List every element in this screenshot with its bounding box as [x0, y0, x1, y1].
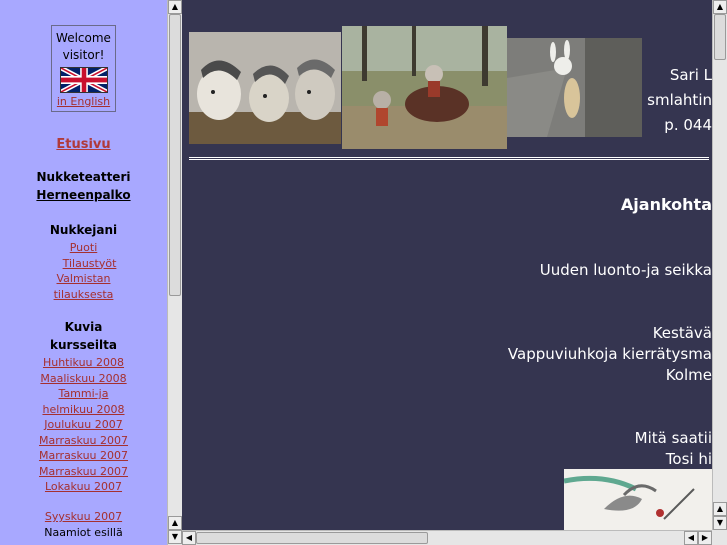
left-scroll-thumb[interactable]: [169, 14, 181, 296]
nav-course-link[interactable]: helmikuu 2008: [0, 402, 167, 418]
nav-course-link[interactable]: Marraskuu 2007: [0, 448, 167, 464]
nav-masks-text: Naamiot esillä: [44, 525, 123, 539]
nav-pictures-line1: Kuvia: [64, 320, 103, 334]
horizontal-scroll-thumb[interactable]: [196, 532, 428, 544]
nav-course-link[interactable]: Huhtikuu 2008: [0, 355, 167, 371]
nav-course-link[interactable]: Marraskuu 2007: [0, 433, 167, 449]
course-list: Huhtikuu 2008 Maaliskuu 2008 Tammi-ja helmi…: [0, 355, 167, 495]
scrollbar-corner: [712, 530, 727, 545]
nav-course-link[interactable]: Maaliskuu 2008: [0, 371, 167, 387]
nav-course-link[interactable]: Joulukuu 2007: [0, 417, 167, 433]
nav-home-link[interactable]: Etusivu: [56, 137, 110, 152]
nav-ready-line1[interactable]: Valmistan: [0, 271, 167, 287]
horizontal-divider: [189, 157, 709, 160]
welcome-line-1: Welcome: [56, 31, 111, 45]
arrow-up-icon[interactable]: ▲: [168, 0, 182, 14]
nav-pictures-line2: kursseilta: [50, 338, 117, 352]
news-heading: Ajankohta: [620, 195, 712, 214]
arrow-down-icon[interactable]: ▼: [713, 516, 727, 530]
arrow-left-icon[interactable]: ◀: [684, 531, 698, 545]
news-line-kestava: Kestävä: [652, 324, 712, 342]
arrow-up-icon[interactable]: ▲: [713, 502, 727, 516]
news-line-tosi: Tosi hi: [665, 450, 712, 468]
welcome-box: Welcome visitor! in English: [51, 25, 116, 112]
nav-course-link[interactable]: Lokakuu 2007: [0, 479, 167, 495]
left-nav-frame: Welcome visitor! in English Etusivu Nukk…: [0, 0, 167, 545]
nav-shop-link[interactable]: Puoti: [0, 240, 167, 256]
main-scroll-thumb[interactable]: [714, 14, 726, 60]
news-line-kolme: Kolme: [665, 366, 712, 384]
english-link[interactable]: in English: [52, 95, 115, 109]
news-line-mita: Mitä saatii: [634, 429, 712, 447]
arrow-up-icon[interactable]: ▲: [713, 0, 727, 14]
welcome-line-2: visitor!: [62, 48, 105, 62]
nav-dolls-heading: Nukkejani: [49, 223, 118, 237]
main-horizontal-scrollbar[interactable]: ◀ ◀ ▶: [182, 530, 712, 545]
nav-orders-link[interactable]: Tilaustyöt: [0, 256, 167, 272]
news-line-vappu: Vappuviuhkoja kierrätysma: [507, 345, 712, 363]
nav-theatre-line1[interactable]: Nukketeatteri: [0, 168, 167, 186]
rabbit-photo: [507, 38, 642, 137]
arrow-left-icon[interactable]: ◀: [182, 531, 196, 545]
welcome-text: Welcome visitor!: [52, 30, 115, 64]
contact-phone: p. 044: [664, 116, 712, 134]
hobby-horses-photo: [189, 32, 341, 144]
arrow-down-icon[interactable]: ▼: [168, 530, 182, 544]
arrow-up-icon[interactable]: ▲: [168, 516, 182, 530]
nav-ready-line2[interactable]: tilauksesta: [0, 287, 167, 303]
left-vertical-scrollbar[interactable]: ▲ ▲ ▼: [167, 0, 182, 545]
forest-puppets-photo: [342, 26, 507, 149]
uk-flag-icon[interactable]: [59, 67, 108, 93]
nav-theatre-line2[interactable]: Herneenpalko: [0, 186, 167, 204]
main-vertical-scrollbar[interactable]: ▲ ▲ ▼: [712, 0, 727, 530]
nav-course-link[interactable]: Tammi-ja: [0, 386, 167, 402]
main-content-frame: Sari L smlahtin p. 044 Ajankohta Uuden l…: [182, 0, 712, 530]
nav-course-link[interactable]: Marraskuu 2007: [0, 464, 167, 480]
feathers-photo: [564, 469, 712, 530]
nav-september-link[interactable]: Syyskuu 2007: [0, 509, 167, 525]
arrow-right-icon[interactable]: ▶: [698, 531, 712, 545]
contact-name: Sari L: [669, 66, 712, 84]
news-line-nature: Uuden luonto-ja seikka: [539, 261, 712, 279]
contact-email: smlahtin: [647, 91, 712, 109]
